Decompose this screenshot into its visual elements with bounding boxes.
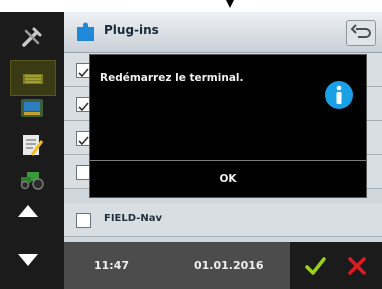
cancel-button[interactable] xyxy=(339,248,375,284)
tractor-icon[interactable] xyxy=(10,162,54,196)
list-item[interactable]: FIELD-Nav xyxy=(64,203,382,237)
dialog-message: Redémarrez le terminal. xyxy=(100,72,244,84)
terminal-icon[interactable] xyxy=(10,92,54,126)
wrench-icon[interactable] xyxy=(10,20,54,54)
back-button[interactable] xyxy=(346,20,376,46)
scroll-up-arrow-icon[interactable] xyxy=(18,205,38,217)
field-icon[interactable] xyxy=(10,60,56,96)
restart-dialog: Redémarrez le terminal. OK xyxy=(89,54,367,198)
checkmark-icon xyxy=(305,257,326,275)
list-item-label: FIELD-Nav xyxy=(104,213,163,224)
checkbox[interactable] xyxy=(76,213,91,228)
close-icon xyxy=(348,257,366,275)
time-display: 11:47 xyxy=(94,259,130,272)
pointer-arrow-icon xyxy=(226,0,234,8)
status-bar: 11:47 01.01.2016 xyxy=(0,242,382,289)
edit-document-icon[interactable] xyxy=(10,128,54,162)
page-title: Plug-ins xyxy=(104,23,159,37)
ok-button[interactable]: OK xyxy=(90,161,366,197)
confirm-button[interactable] xyxy=(297,248,333,284)
info-icon xyxy=(324,80,354,110)
top-indicator xyxy=(0,0,382,12)
date-display: 01.01.2016 xyxy=(194,259,264,272)
title-bar: Plug-ins xyxy=(64,12,382,53)
puzzle-piece-icon xyxy=(74,20,98,44)
scroll-down-arrow-icon[interactable] xyxy=(18,254,38,266)
